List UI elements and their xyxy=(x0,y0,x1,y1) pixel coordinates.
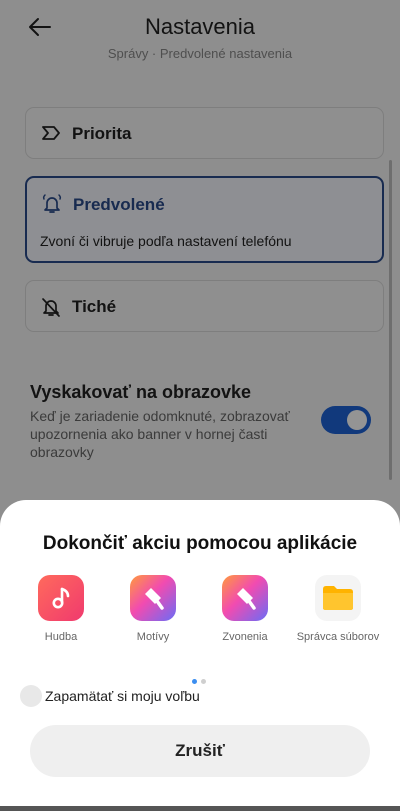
remember-label: Zapamätať si moju voľbu xyxy=(45,688,200,704)
remember-choice[interactable]: Zapamätať si moju voľbu xyxy=(20,685,200,707)
app-option-themes[interactable]: Motívy xyxy=(108,575,198,644)
paint-brush-icon xyxy=(130,575,176,621)
remember-radio[interactable] xyxy=(20,685,42,707)
app-option-file-manager[interactable]: Správca súborov xyxy=(293,575,383,644)
app-label: Zvonenia xyxy=(222,631,268,643)
app-chooser-sheet: Dokončiť akciu pomocou aplikácie Hudba M… xyxy=(0,500,400,811)
page-dot xyxy=(201,679,206,684)
page-indicator xyxy=(192,679,206,684)
page-dot-active xyxy=(192,679,197,684)
app-option-music[interactable]: Hudba xyxy=(16,575,106,644)
app-label: Motívy xyxy=(136,631,170,643)
app-option-ringtones[interactable]: Zvonenia xyxy=(200,575,290,644)
app-label: Správca súborov xyxy=(296,631,380,643)
cancel-button[interactable]: Zrušiť xyxy=(30,725,370,777)
folder-icon xyxy=(315,575,361,621)
sheet-title: Dokončiť akciu pomocou aplikácie xyxy=(42,533,358,554)
music-note-icon xyxy=(38,575,84,621)
app-label: Hudba xyxy=(44,631,78,643)
paint-brush-icon xyxy=(222,575,268,621)
navigation-bar xyxy=(0,806,400,811)
